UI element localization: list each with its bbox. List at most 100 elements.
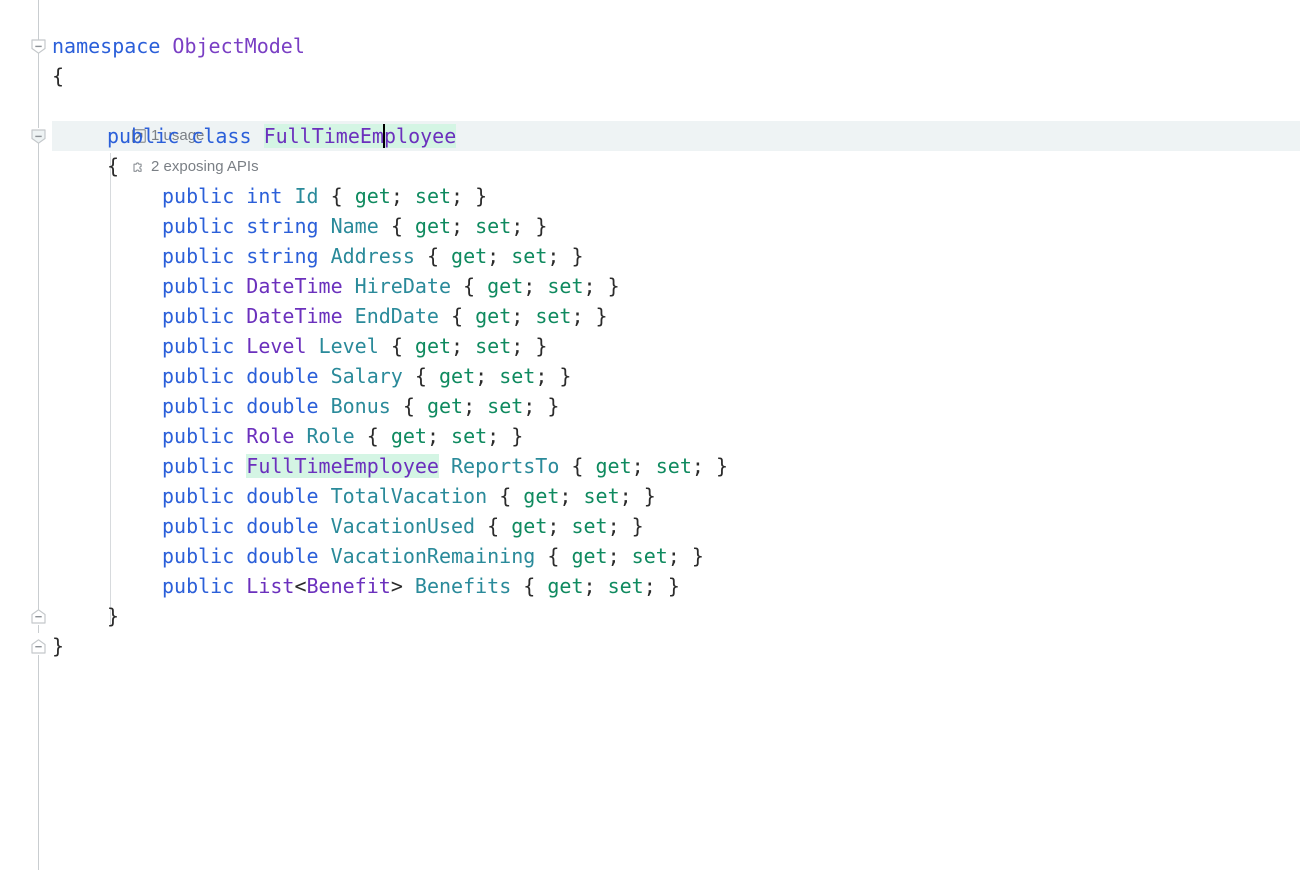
code-line-namespace[interactable]: namespace ObjectModel [52, 31, 305, 61]
editor-gutter[interactable] [0, 0, 52, 870]
accessor-get: get [595, 454, 632, 478]
accessor-set: set [571, 514, 608, 538]
type-name[interactable]: Level [246, 334, 306, 358]
property-name[interactable]: HireDate [355, 274, 451, 298]
code-line-property-bonus[interactable]: public double Bonus { get; set; } [162, 391, 559, 421]
type-name-highlighted[interactable]: FullTimeEmployee [246, 454, 439, 478]
property-name[interactable]: ReportsTo [451, 454, 559, 478]
semicolon: ; [451, 334, 464, 358]
code-line-property-address[interactable]: public string Address { get; set; } [162, 241, 584, 271]
keyword-public: public [162, 184, 235, 208]
semicolon: ; [451, 214, 464, 238]
code-line-property-salary[interactable]: public double Salary { get; set; } [162, 361, 571, 391]
class-name-after-caret: ployee [383, 124, 457, 148]
keyword-public: public [162, 334, 235, 358]
semicolon: ; [523, 394, 536, 418]
accessor-get: get [451, 244, 488, 268]
accessor-brace-close: } [571, 244, 584, 268]
property-name[interactable]: Id [294, 184, 318, 208]
accessor-get: get [571, 544, 608, 568]
code-line-property-reportsto[interactable]: public FullTimeEmployee ReportsTo { get;… [162, 451, 728, 481]
property-name[interactable]: EndDate [355, 304, 439, 328]
accessor-get: get [354, 184, 391, 208]
accessor-get: get [523, 484, 560, 508]
property-name[interactable]: Salary [331, 364, 403, 388]
type-name[interactable]: DateTime [246, 274, 342, 298]
semicolon: ; [607, 514, 620, 538]
semicolon: ; [631, 454, 644, 478]
type-name[interactable]: Role [246, 424, 294, 448]
code-surface[interactable]: namespace ObjectModel { 1 usage 2 exposi… [0, 0, 1300, 870]
code-line-property-hiredate[interactable]: public DateTime HireDate { get; set; } [162, 271, 620, 301]
semicolon: ; [619, 484, 632, 508]
angle-bracket-open: < [294, 574, 307, 598]
type-name[interactable]: DateTime [246, 304, 342, 328]
accessor-set: set [414, 184, 452, 208]
keyword-public: public [162, 484, 235, 508]
type-name-generic-outer[interactable]: List [246, 574, 294, 598]
code-line-property-vacationused[interactable]: public double VacationUsed { get; set; } [162, 511, 644, 541]
semicolon: ; [390, 184, 403, 208]
fold-marker-namespace-open[interactable] [31, 39, 46, 54]
code-line-property-enddate[interactable]: public DateTime EndDate { get; set; } [162, 301, 608, 331]
property-name[interactable]: Address [331, 244, 415, 268]
accessor-brace-close: } [559, 364, 572, 388]
code-line-property-role[interactable]: public Role Role { get; set; } [162, 421, 523, 451]
property-name[interactable]: Level [319, 334, 379, 358]
codelens-hint-exposing-apis[interactable]: 2 exposing APIs [132, 155, 259, 179]
code-line-property-name[interactable]: public string Name { get; set; } [162, 211, 547, 241]
type-name-generic-inner[interactable]: Benefit [307, 574, 391, 598]
semicolon: ; [547, 244, 560, 268]
code-editor[interactable]: namespace ObjectModel { 1 usage 2 exposi… [0, 0, 1300, 870]
class-name-highlighted[interactable]: FullTimeEmployee [263, 124, 457, 148]
code-line-namespace-close-brace[interactable]: } [52, 631, 64, 661]
accessor-get: get [426, 394, 464, 418]
code-line-class-open-brace[interactable]: { [107, 151, 119, 181]
accessor-get: get [475, 304, 512, 328]
keyword-public: public [162, 514, 235, 538]
accessor-brace-close: } [607, 274, 620, 298]
property-name[interactable]: VacationRemaining [331, 544, 536, 568]
brace-close: } [52, 634, 65, 658]
code-line-property-vacationremaining[interactable]: public double VacationRemaining { get; s… [162, 541, 704, 571]
code-line-property-id[interactable]: public int Id { get; set; } [162, 181, 487, 211]
semicolon: ; [523, 274, 536, 298]
code-line-class-declaration[interactable]: public class FullTimeEmployee [107, 121, 457, 151]
fold-spine-namespace-top [38, 0, 39, 40]
code-line-property-benefits[interactable]: public List<Benefit> Benefits { get; set… [162, 571, 680, 601]
keyword-public: public [162, 274, 235, 298]
semicolon: ; [667, 544, 680, 568]
fold-spine-namespace-bottom [38, 655, 39, 870]
accessor-brace-close: } [547, 394, 560, 418]
type-name: double [246, 514, 319, 538]
fold-marker-namespace-close[interactable] [31, 639, 46, 654]
accessor-get: get [414, 214, 452, 238]
property-name[interactable]: VacationUsed [331, 514, 476, 538]
semicolon: ; [535, 364, 548, 388]
accessor-get: get [438, 364, 476, 388]
property-name[interactable]: Bonus [331, 394, 391, 418]
code-line-property-totalvacation[interactable]: public double TotalVacation { get; set; … [162, 481, 656, 511]
property-name[interactable]: TotalVacation [331, 484, 488, 508]
fold-marker-class-open[interactable] [31, 129, 46, 144]
type-name: string [246, 244, 319, 268]
accessor-brace-open: { [571, 454, 584, 478]
property-name[interactable]: Benefits [415, 574, 511, 598]
code-line-class-close-brace[interactable]: } [107, 601, 119, 631]
accessor-set: set [631, 544, 668, 568]
property-name[interactable]: Role [307, 424, 355, 448]
semicolon: ; [583, 274, 596, 298]
property-name[interactable]: Name [331, 214, 379, 238]
namespace-name[interactable]: ObjectModel [172, 34, 304, 58]
code-line-namespace-open-brace[interactable]: { [52, 61, 64, 91]
accessor-brace-open: { [330, 184, 343, 208]
code-line-property-level[interactable]: public Level Level { get; set; } [162, 331, 547, 361]
accessor-brace-close: } [595, 304, 608, 328]
semicolon: ; [643, 574, 656, 598]
fold-marker-class-close[interactable] [31, 609, 46, 624]
semicolon: ; [463, 394, 476, 418]
class-name-before-caret: FullTimeEm [263, 124, 384, 148]
accessor-brace-close: } [631, 514, 644, 538]
codelens-hints-row[interactable]: 1 usage 2 exposing APIs [107, 93, 281, 175]
accessor-brace-open: { [463, 274, 476, 298]
